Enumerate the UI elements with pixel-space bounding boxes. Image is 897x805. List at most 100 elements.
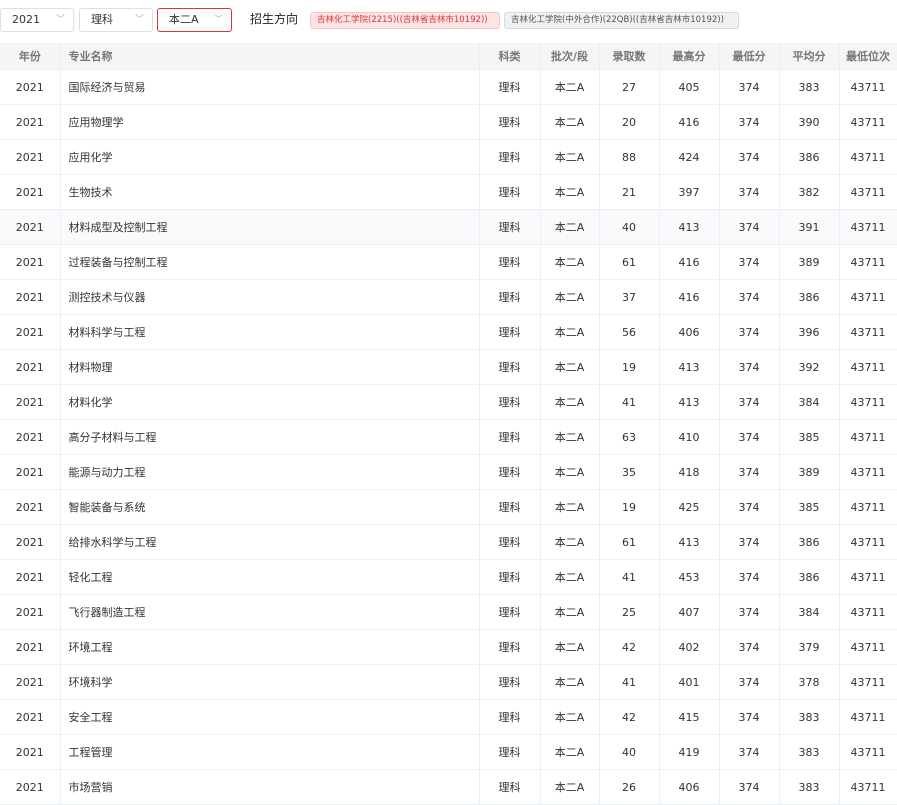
cell-avg-score: 383 [779,734,840,770]
cell-major: 环境工程 [60,629,480,665]
cell-avg-score: 383 [779,769,840,805]
cell-min-rank: 43711 [839,594,897,630]
cell-avg-score: 384 [779,384,840,420]
table-row[interactable]: 2021 材料化学 理科 本二A 41 413 374 384 43711 [0,384,897,420]
table-row[interactable]: 2021 轻化工程 理科 本二A 41 453 374 386 43711 [0,559,897,595]
cell-min-rank: 43711 [839,314,897,350]
subject-select-value: 理科 [91,13,113,26]
cell-batch: 本二A [540,629,600,665]
cell-min-score: 374 [719,524,780,560]
table-row[interactable]: 2021 过程装备与控制工程 理科 本二A 61 416 374 389 43711 [0,244,897,280]
cell-min-score: 374 [719,209,780,245]
cell-max-score: 406 [659,314,720,350]
year-select-value: 2021 [12,13,40,26]
direction-tag-active[interactable]: 吉林化工学院(2215)((吉林省吉林市10192)) [310,12,500,29]
table-row[interactable]: 2021 应用化学 理科 本二A 88 424 374 386 43711 [0,139,897,175]
cell-max-score: 401 [659,664,720,700]
cell-batch: 本二A [540,314,600,350]
batch-select-value: 本二A [169,13,199,26]
cell-year: 2021 [0,174,61,210]
cell-min-score: 374 [719,174,780,210]
table-row[interactable]: 2021 智能装备与系统 理科 本二A 19 425 374 385 43711 [0,489,897,525]
table-row[interactable]: 2021 高分子材料与工程 理科 本二A 63 410 374 385 43711 [0,419,897,455]
cell-avg-score: 391 [779,209,840,245]
table-row[interactable]: 2021 测控技术与仪器 理科 本二A 37 416 374 386 43711 [0,279,897,315]
cell-min-rank: 43711 [839,279,897,315]
cell-subject: 理科 [479,594,541,630]
cell-min-score: 374 [719,594,780,630]
cell-batch: 本二A [540,279,600,315]
cell-max-score: 419 [659,734,720,770]
table-row[interactable]: 2021 应用物理学 理科 本二A 20 416 374 390 43711 [0,104,897,140]
cell-max-score: 424 [659,139,720,175]
cell-year: 2021 [0,594,61,630]
table-row[interactable]: 2021 生物技术 理科 本二A 21 397 374 382 43711 [0,174,897,210]
cell-year: 2021 [0,454,61,490]
table-row[interactable]: 2021 材料科学与工程 理科 本二A 56 406 374 396 43711 [0,314,897,350]
cell-min-rank: 43711 [839,699,897,735]
cell-batch: 本二A [540,769,600,805]
cell-year: 2021 [0,699,61,735]
cell-batch: 本二A [540,349,600,385]
batch-select[interactable]: 本二A ﹀ [157,8,232,32]
table-row[interactable]: 2021 国际经济与贸易 理科 本二A 27 405 374 383 43711 [0,69,897,105]
cell-admitted: 41 [599,384,660,420]
table-row[interactable]: 2021 给排水科学与工程 理科 本二A 61 413 374 386 43711 [0,524,897,560]
cell-admitted: 41 [599,559,660,595]
cell-avg-score: 386 [779,559,840,595]
filter-bar: 2021 ﹀ 理科 ﹀ 本二A ﹀ 招生方向 吉林化工学院(2215)((吉林省… [0,0,897,43]
cell-admitted: 88 [599,139,660,175]
table-row[interactable]: 2021 材料成型及控制工程 理科 本二A 40 413 374 391 43711 [0,209,897,245]
cell-admitted: 35 [599,454,660,490]
cell-major: 安全工程 [60,699,480,735]
table-row[interactable]: 2021 安全工程 理科 本二A 42 415 374 383 43711 [0,699,897,735]
cell-min-rank: 43711 [839,734,897,770]
cell-major: 智能装备与系统 [60,489,480,525]
cell-subject: 理科 [479,104,541,140]
cell-min-score: 374 [719,69,780,105]
cell-major: 工程管理 [60,734,480,770]
cell-avg-score: 385 [779,419,840,455]
cell-admitted: 19 [599,349,660,385]
cell-major: 高分子材料与工程 [60,419,480,455]
cell-max-score: 418 [659,454,720,490]
year-select[interactable]: 2021 ﹀ [0,8,74,32]
cell-subject: 理科 [479,489,541,525]
cell-max-score: 406 [659,769,720,805]
cell-major: 材料成型及控制工程 [60,209,480,245]
cell-max-score: 416 [659,279,720,315]
table-row[interactable]: 2021 能源与动力工程 理科 本二A 35 418 374 389 43711 [0,454,897,490]
cell-admitted: 41 [599,664,660,700]
cell-major: 材料物理 [60,349,480,385]
table-row[interactable]: 2021 环境科学 理科 本二A 41 401 374 378 43711 [0,664,897,700]
col-header-min-rank: 最低位次 [839,43,897,70]
table-row[interactable]: 2021 市场营销 理科 本二A 26 406 374 383 43711 [0,769,897,805]
cell-min-rank: 43711 [839,454,897,490]
cell-min-rank: 43711 [839,174,897,210]
col-header-batch: 批次/段 [540,43,600,70]
cell-major: 材料科学与工程 [60,314,480,350]
table-row[interactable]: 2021 材料物理 理科 本二A 19 413 374 392 43711 [0,349,897,385]
cell-batch: 本二A [540,489,600,525]
cell-min-rank: 43711 [839,629,897,665]
cell-min-rank: 43711 [839,209,897,245]
cell-max-score: 407 [659,594,720,630]
cell-batch: 本二A [540,559,600,595]
col-header-min-score: 最低分 [719,43,780,70]
cell-subject: 理科 [479,629,541,665]
cell-avg-score: 384 [779,594,840,630]
table-row[interactable]: 2021 环境工程 理科 本二A 42 402 374 379 43711 [0,629,897,665]
cell-major: 市场营销 [60,769,480,805]
cell-subject: 理科 [479,244,541,280]
cell-admitted: 21 [599,174,660,210]
cell-avg-score: 383 [779,69,840,105]
subject-select[interactable]: 理科 ﹀ [79,8,153,32]
cell-admitted: 26 [599,769,660,805]
table-row[interactable]: 2021 工程管理 理科 本二A 40 419 374 383 43711 [0,734,897,770]
table-row[interactable]: 2021 飞行器制造工程 理科 本二A 25 407 374 384 43711 [0,594,897,630]
cell-subject: 理科 [479,734,541,770]
cell-min-score: 374 [719,559,780,595]
direction-tag[interactable]: 吉林化工学院(中外合作)(22QB)((吉林省吉林市10192)) [504,12,739,29]
col-header-avg-score: 平均分 [779,43,840,70]
cell-batch: 本二A [540,419,600,455]
